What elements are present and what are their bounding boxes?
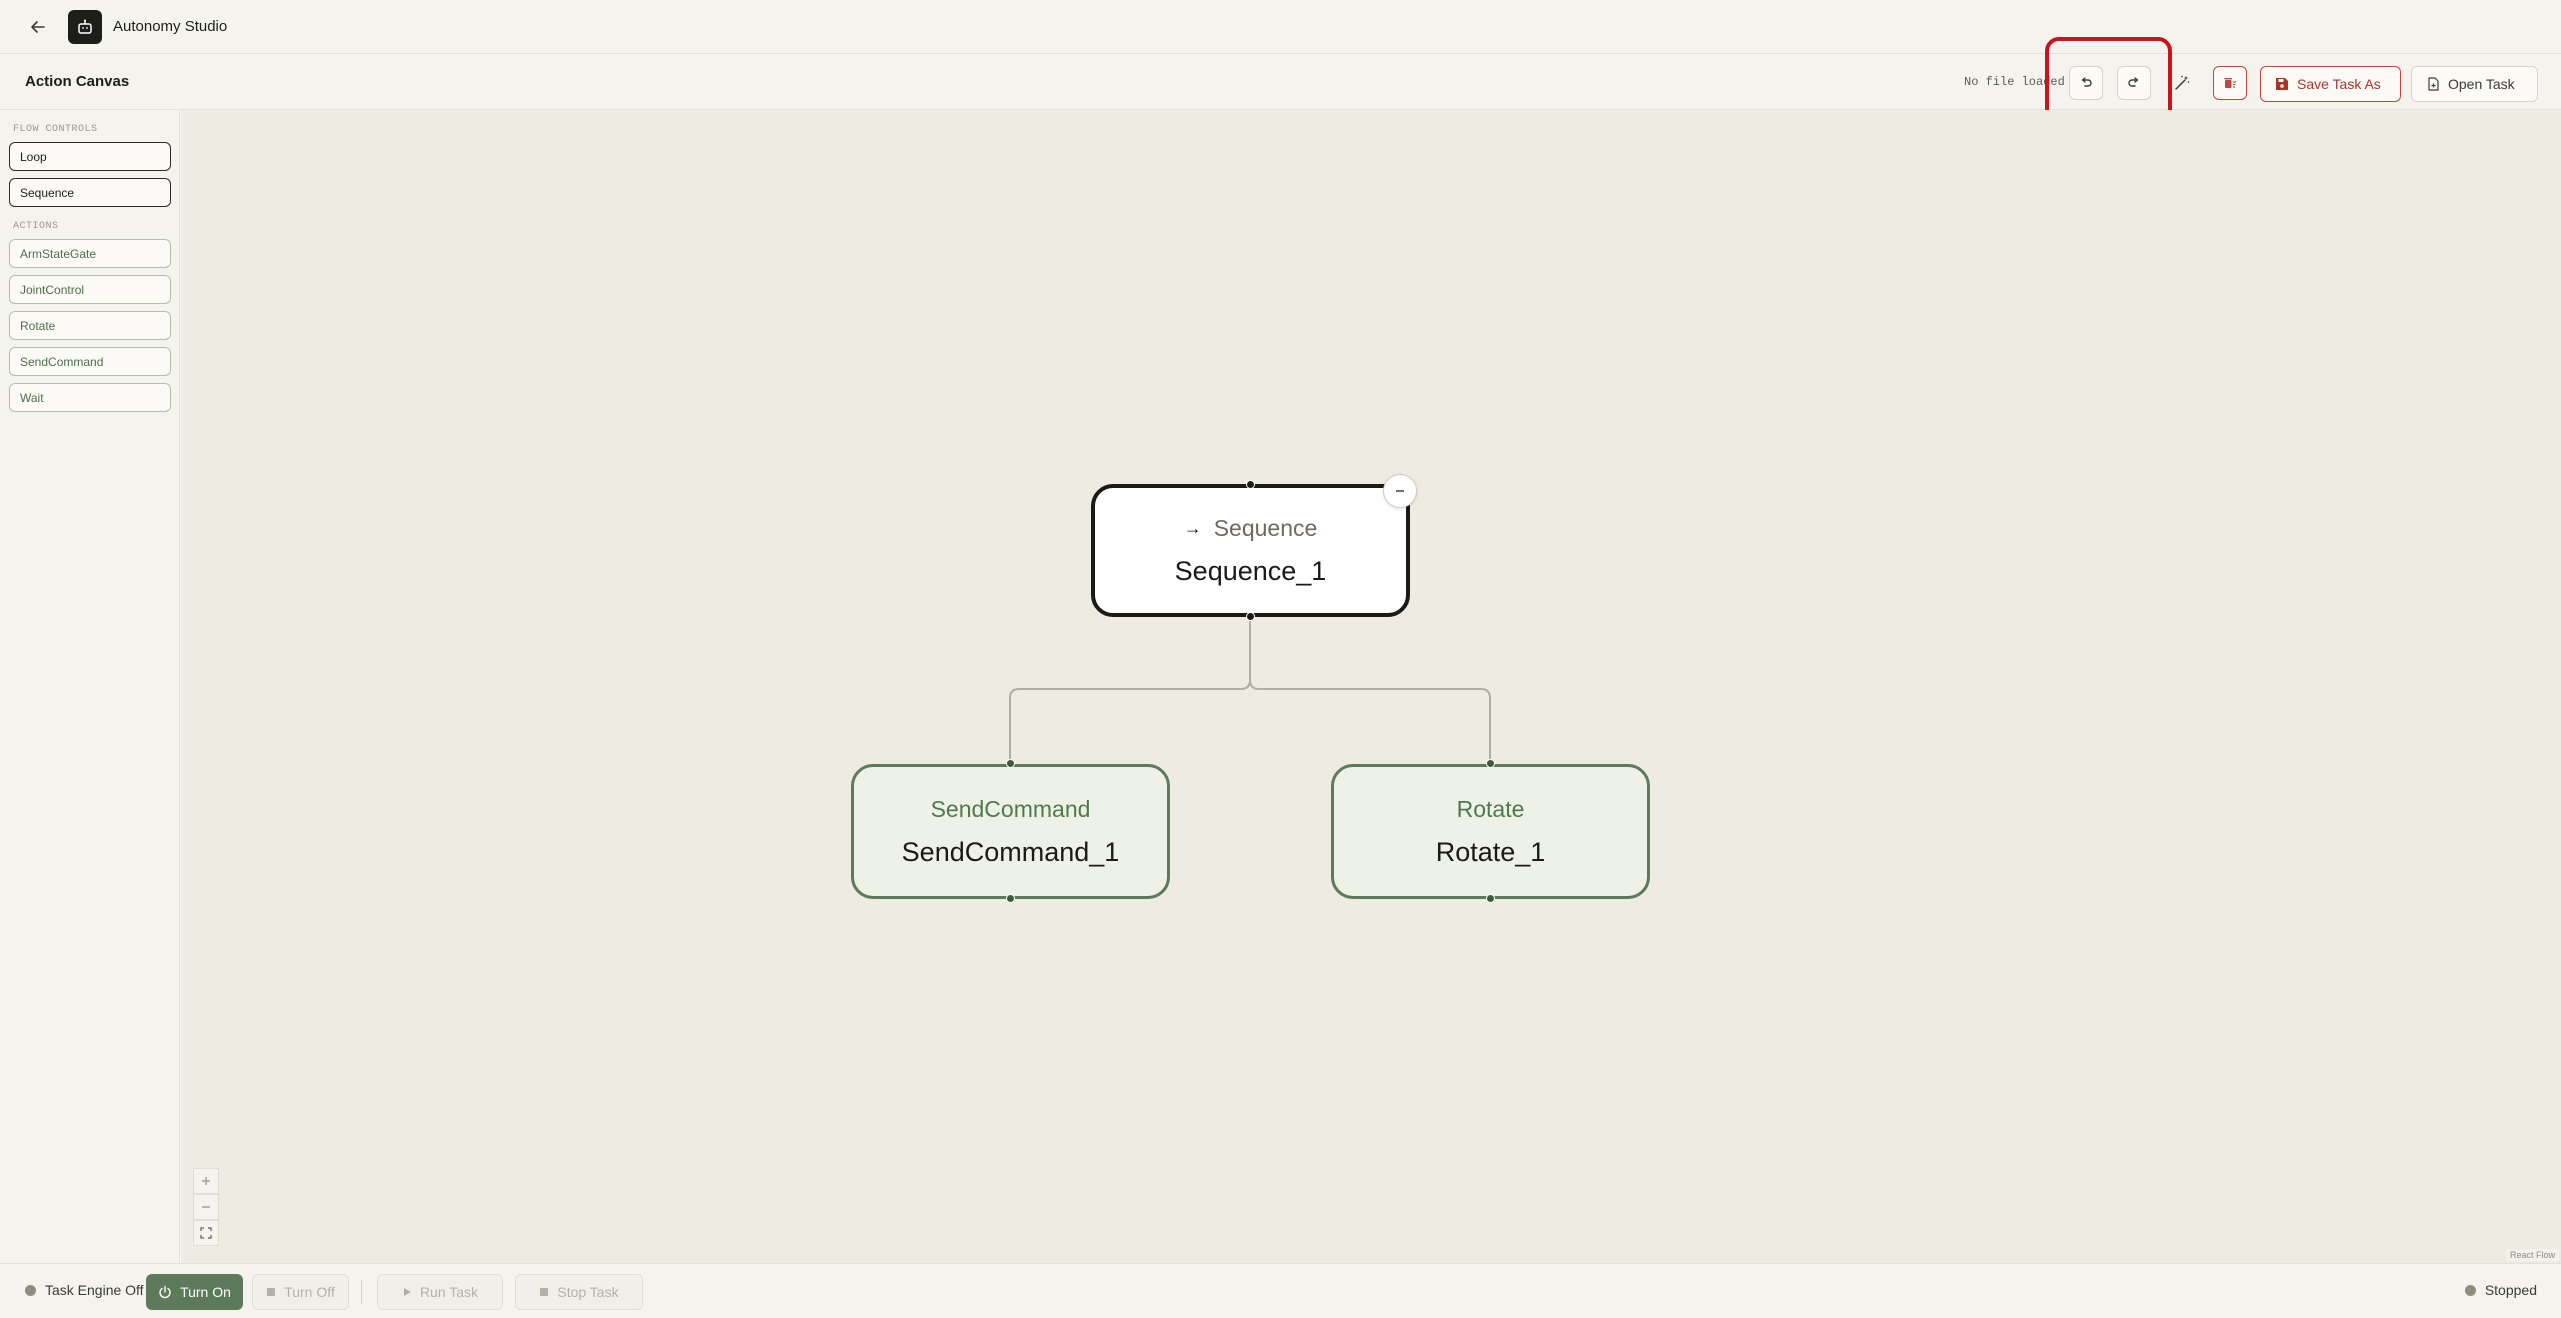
run-task-button[interactable]: Run Task [377,1274,503,1310]
status-dot [25,1284,36,1296]
arrow-left-icon [31,20,45,33]
stop-square-icon [540,1288,549,1296]
palette-item-wait[interactable]: Wait [9,383,171,412]
run-task-label: Run Task [419,1284,479,1300]
save-icon [2276,78,2288,90]
zoom-out-button[interactable] [193,1194,219,1220]
node-target-handle[interactable] [1006,759,1015,768]
edge-sequence-sendcommand [1009,615,1251,763]
file-status-text: No file loaded [1964,75,2065,89]
app-title: Autonomy Studio [113,18,228,35]
palette-item-armstategate[interactable]: ArmStateGate [9,239,171,268]
trash-icon [2224,78,2236,88]
node-name-label: Rotate_1 [1435,836,1546,867]
palette-item-jointcontrol[interactable]: JointControl [9,275,171,304]
status-dot [2464,1284,2476,1296]
arrow-right-icon: → [1183,517,1202,538]
node-source-handle[interactable] [1486,894,1495,903]
node-target-handle[interactable] [1486,759,1495,768]
run-status-label: Stopped [2484,1282,2537,1298]
palette-item-loop[interactable]: Loop [9,142,171,171]
turn-on-button[interactable]: Turn On [146,1274,243,1310]
actions-heading: ACTIONS [13,221,59,232]
palette-item-rotate[interactable]: Rotate [9,311,171,340]
flow-canvas[interactable]: → Sequence Sequence_1 SendCommand SendCo… [181,110,2561,1263]
fit-view-icon [200,1227,212,1239]
stop-square-icon [267,1288,276,1296]
palette-item-sequence[interactable]: Sequence [9,178,171,207]
palette-item-sendcommand[interactable]: SendCommand [9,347,171,376]
edges-layer [1009,615,1491,763]
node-type-label: → Sequence [1183,514,1318,541]
turn-off-button[interactable]: Turn Off [252,1274,349,1310]
back-button[interactable] [20,9,56,45]
engine-status-label: Task Engine Off [45,1282,144,1298]
collapse-button[interactable] [1383,474,1417,508]
undo-button[interactable] [2069,66,2103,100]
stop-task-label: Stop Task [557,1284,619,1300]
plus-icon [202,1177,210,1185]
redo-icon [2128,77,2139,87]
clear-canvas-button[interactable] [2213,66,2247,100]
node-rotate-1[interactable]: Rotate Rotate_1 [1331,764,1650,899]
stop-task-button[interactable]: Stop Task [515,1274,643,1310]
app-bar: Autonomy Studio [0,0,2561,54]
save-task-as-label: Save Task As [2297,76,2381,92]
node-target-handle[interactable] [1246,480,1255,489]
node-name-label: Sequence_1 [1174,555,1327,586]
magic-wand-icon [2175,75,2190,90]
node-type-label: Rotate [1456,795,1525,822]
node-source-handle[interactable] [1246,612,1255,621]
play-icon [403,1288,411,1296]
attribution-link[interactable]: React Flow [2505,1249,2559,1261]
auto-layout-button[interactable] [2165,66,2199,100]
engine-control-bar: Task Engine Off Turn On Turn Off Run Tas… [0,1263,2561,1318]
zoom-in-button[interactable] [193,1168,219,1194]
undo-icon [2081,77,2092,87]
open-task-label: Open Task [2448,76,2515,92]
turn-off-label: Turn Off [284,1284,335,1300]
node-sequence-1[interactable]: → Sequence Sequence_1 [1091,484,1410,617]
run-status: Stopped [2464,1282,2537,1298]
node-name-label: SendCommand_1 [901,836,1120,867]
page-title: Action Canvas [25,73,130,90]
node-sendcommand-1[interactable]: SendCommand SendCommand_1 [851,764,1170,899]
canvas-toolbar: Action Canvas No file loaded Save Task A… [0,54,2561,110]
minus-icon [202,1206,210,1208]
save-task-as-button[interactable]: Save Task As [2260,66,2401,102]
open-task-button[interactable]: Open Task [2411,66,2538,102]
minus-icon [1396,490,1404,492]
edge-sequence-rotate [1249,615,1491,763]
file-plus-icon [2428,77,2439,91]
turn-on-label: Turn On [180,1284,231,1300]
power-icon [159,1285,171,1299]
fit-view-button[interactable] [193,1220,219,1246]
flow-controls-heading: FLOW CONTROLS [13,124,98,135]
redo-button[interactable] [2117,66,2151,100]
node-source-handle[interactable] [1006,894,1015,903]
divider [361,1280,362,1304]
robot-icon [78,19,92,34]
engine-status: Task Engine Off [25,1282,144,1298]
node-type-label: SendCommand [930,795,1091,822]
app-logo [68,9,102,44]
node-palette: FLOW CONTROLS Loop Sequence ACTIONS ArmS… [0,110,180,1263]
